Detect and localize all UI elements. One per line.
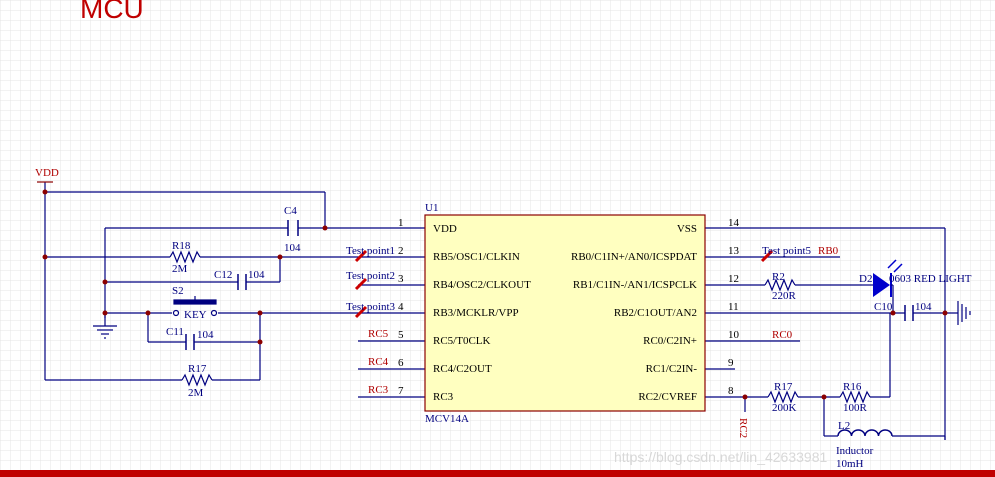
c10-ref: C10 [874, 301, 893, 313]
pin-number: 9 [728, 357, 734, 369]
pin-name: RB0/C1IN+/AN0/ICSPDAT [571, 251, 697, 263]
pin-number: 14 [728, 217, 740, 229]
pin-name: RC1/C2IN- [646, 363, 698, 375]
test-point1-label: Test point1 [346, 245, 395, 257]
test-point3-label: Test point3 [346, 301, 396, 313]
r17-right-ref: R17 [774, 381, 793, 393]
pin-name: VDD [433, 223, 457, 235]
schematic-canvas: MCU VDD C4 104 R18 2M C12 104 S2 KEY C11… [0, 0, 995, 477]
pin-number: 12 [728, 273, 739, 285]
c12-value: 104 [248, 269, 265, 281]
r17-left-value: 2M [188, 387, 204, 399]
l2-value: 10mH [836, 458, 864, 470]
schematic-title: MCU [80, 0, 144, 24]
pin-number: 11 [728, 301, 739, 313]
pin-name: RB1/C1IN-/AN1/ICSPCLK [573, 279, 697, 291]
chip-part: MCV14A [425, 413, 469, 425]
net-label-rc3: RC3 [368, 384, 389, 396]
net-label-rc5: RC5 [368, 328, 389, 340]
test-point2-label: Test point2 [346, 270, 395, 282]
l2-ref: L2 [838, 420, 850, 432]
c10-value: 104 [915, 301, 932, 313]
net-label-rc0: RC0 [772, 329, 793, 341]
c4-ref: C4 [284, 205, 297, 217]
r17-right-value: 200K [772, 402, 797, 414]
pin-name: RC4/C2OUT [433, 363, 492, 375]
pin-number: 13 [728, 245, 740, 257]
c12-ref: C12 [214, 269, 232, 281]
pin-name: RB3/MCKLR/VPP [433, 307, 519, 319]
schematic-svg: MCU VDD C4 104 R18 2M C12 104 S2 KEY C11… [0, 0, 995, 477]
pin-number: 5 [398, 329, 404, 341]
c11-value: 104 [197, 329, 214, 341]
pin-number: 1 [398, 217, 404, 229]
pin-name: VSS [677, 223, 697, 235]
vdd-label: VDD [35, 167, 59, 179]
pin-name: RB2/C1OUT/AN2 [614, 307, 697, 319]
c11-ref: C11 [166, 326, 184, 338]
pin-number: 8 [728, 385, 734, 397]
pin-number: 4 [398, 301, 404, 313]
l2-type: Inductor [836, 445, 874, 457]
r16-value: 100R [843, 402, 868, 414]
c4-value: 104 [284, 242, 301, 254]
pin-number: 2 [398, 245, 404, 257]
net-label-rb0: RB0 [818, 245, 839, 257]
net-label-rc2: RC2 [737, 418, 749, 438]
r17-left-ref: R17 [188, 363, 207, 375]
d2-ref: D2 [859, 273, 872, 285]
d2-value: 0603 RED LIGHT [889, 273, 972, 285]
pin-number: 10 [728, 329, 740, 341]
pin-name: RC5/T0CLK [433, 335, 491, 347]
chip-ref: U1 [425, 202, 438, 214]
s2-ref: S2 [172, 285, 184, 297]
pin-name: RB5/OSC1/CLKIN [433, 251, 520, 263]
r18-ref: R18 [172, 240, 191, 252]
bottom-bar [0, 470, 995, 477]
r18-value: 2M [172, 263, 188, 275]
pin-number: 7 [398, 385, 404, 397]
watermark: https://blog.csdn.net/lin_42633981 [614, 449, 827, 465]
pin-name: RC3 [433, 391, 454, 403]
pin-number: 3 [398, 273, 404, 285]
test-point5-label: Test point5 [762, 245, 812, 257]
net-label-rc4: RC4 [368, 356, 389, 368]
r2-ref: R2 [772, 271, 785, 283]
pin-name: RC0/C2IN+ [643, 335, 697, 347]
pin-name: RC2/CVREF [638, 391, 697, 403]
pin-name: RB4/OSC2/CLKOUT [433, 279, 531, 291]
r16-ref: R16 [843, 381, 862, 393]
r2-value: 220R [772, 290, 797, 302]
s2-value: KEY [184, 309, 207, 321]
pin-number: 6 [398, 357, 404, 369]
